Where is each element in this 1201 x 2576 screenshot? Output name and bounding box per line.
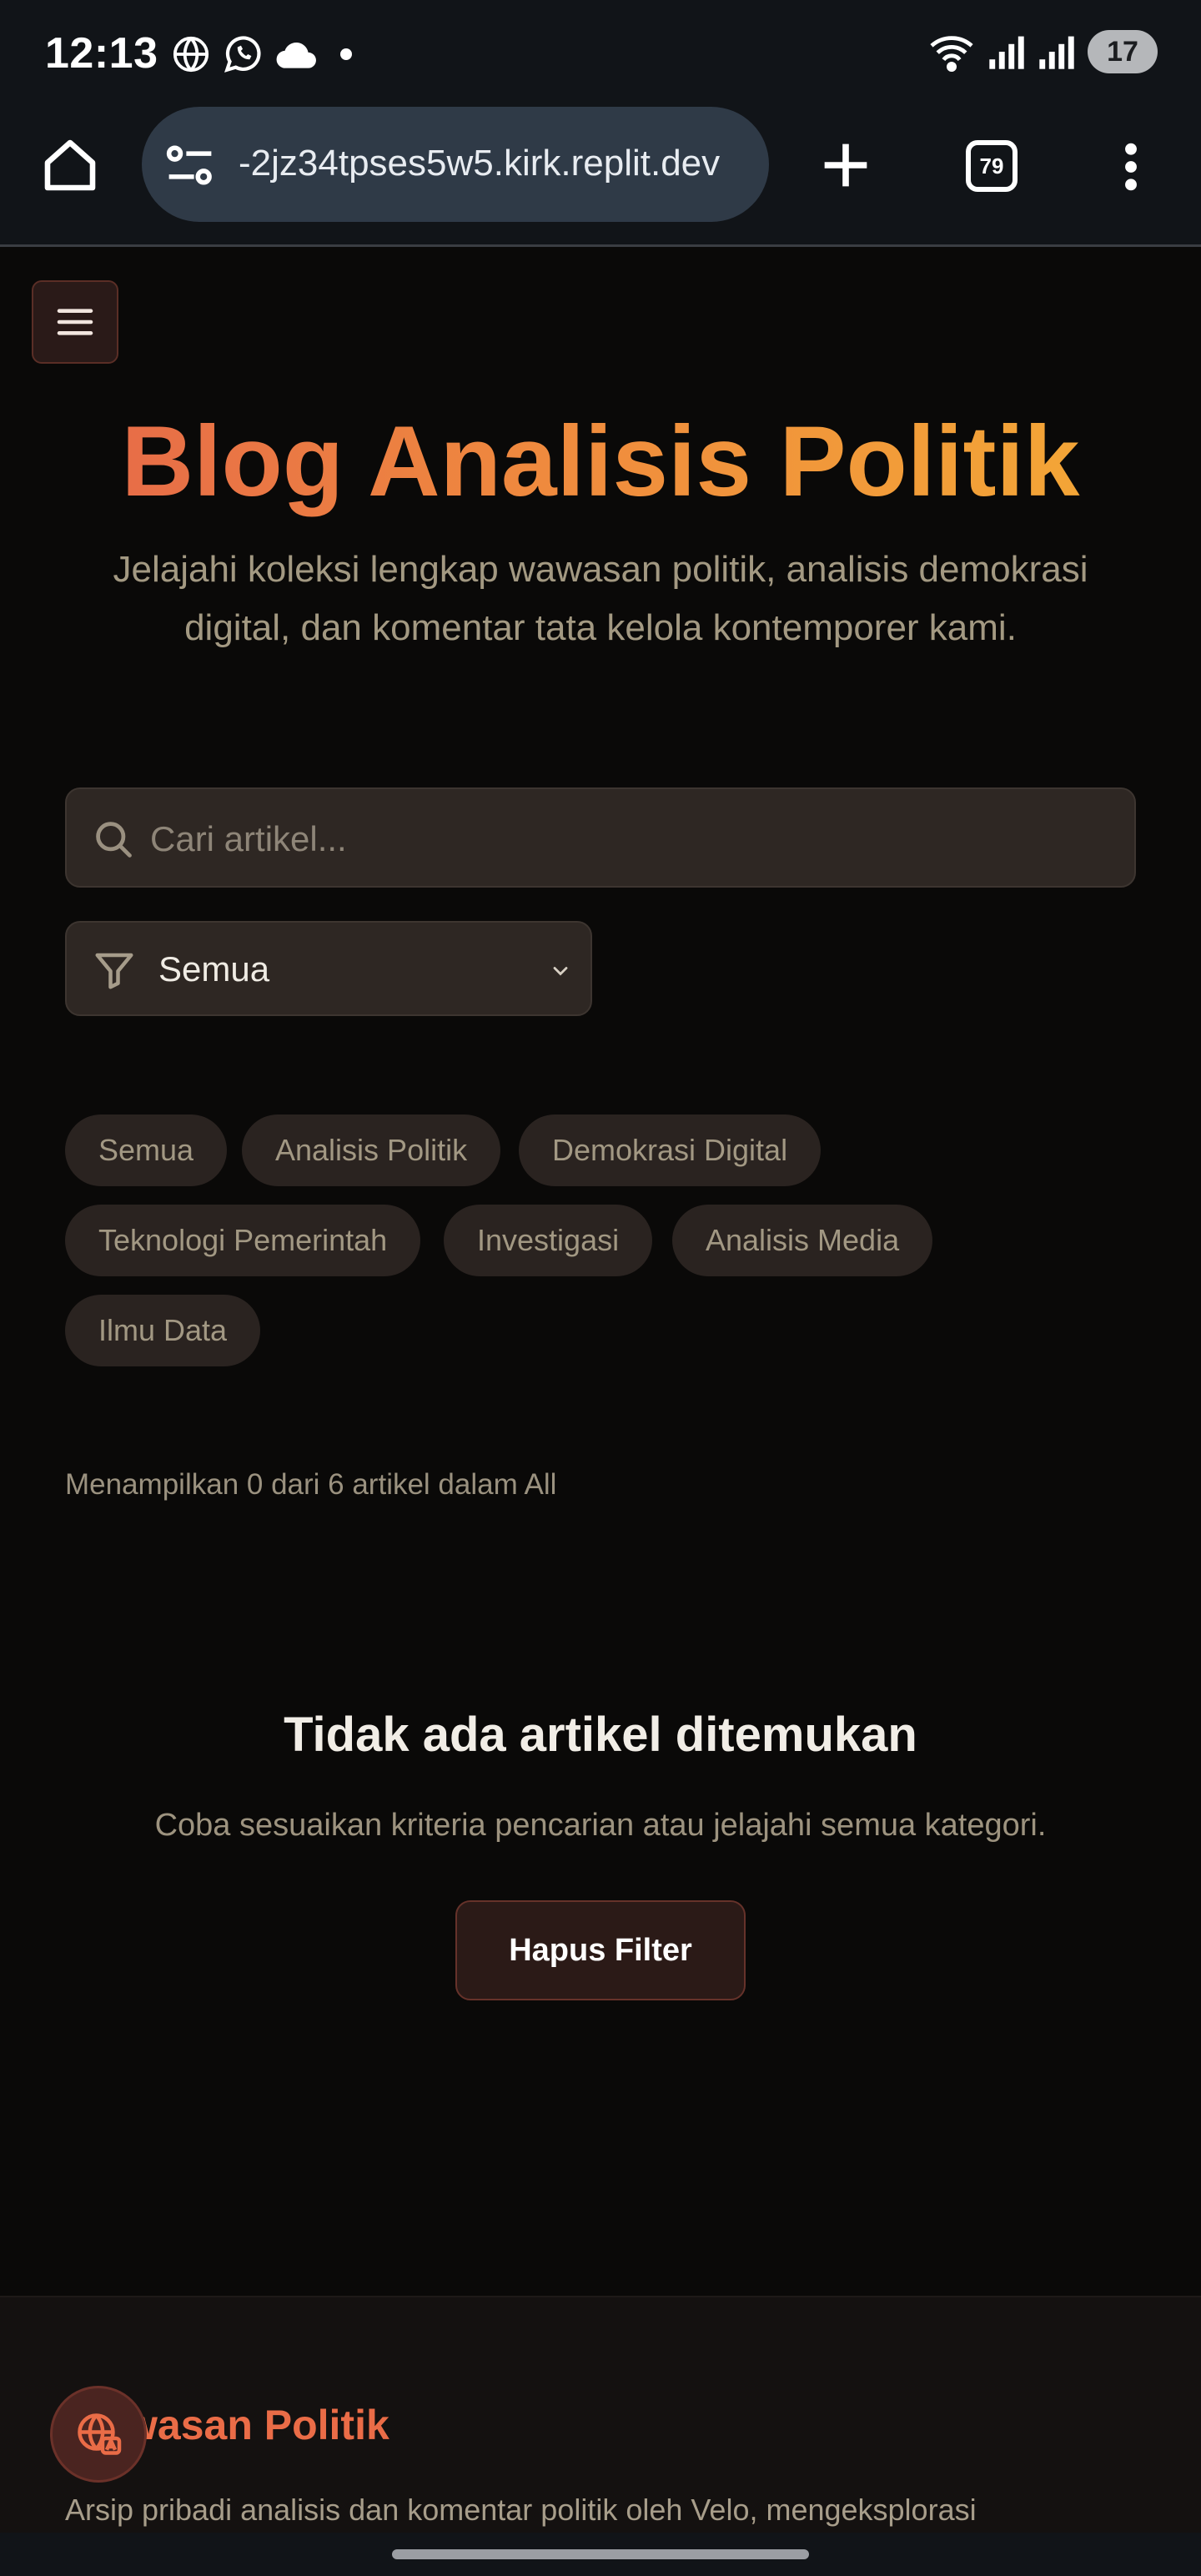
chip-demokrasi-digital[interactable]: Demokrasi Digital (519, 1114, 822, 1186)
footer-description: Arsip pribadi analisis dan komentar poli… (65, 2493, 977, 2527)
home-icon[interactable] (40, 135, 100, 195)
status-system-icons: 17 (927, 30, 1158, 73)
wifi-icon (930, 36, 973, 72)
language-toggle-button[interactable] (50, 2386, 147, 2483)
notification-dot-icon (340, 48, 352, 60)
chip-investigasi[interactable]: Investigasi (444, 1205, 653, 1276)
result-count: Menampilkan 0 dari 6 artikel dalam All (65, 1468, 557, 1501)
whatsapp-icon (224, 36, 261, 73)
status-notification-icons (172, 33, 352, 75)
signal-strength-icon (989, 36, 1024, 69)
chip-semua[interactable]: Semua (65, 1114, 228, 1186)
hamburger-icon (57, 309, 93, 335)
more-menu-icon[interactable] (1114, 140, 1148, 194)
empty-state-description: Coba sesuaikan kriteria pencarian atau j… (154, 1808, 1047, 1843)
chip-analisis-media[interactable]: Analisis Media (672, 1205, 933, 1276)
new-tab-icon[interactable] (814, 133, 877, 197)
search-box[interactable] (65, 787, 1136, 888)
home-gesture-bar[interactable] (392, 2549, 809, 2559)
filter-icon (95, 953, 133, 989)
chevron-down-icon (553, 967, 568, 976)
category-select[interactable]: Semua (65, 921, 592, 1016)
status-bar: 12:13 17 (0, 0, 1201, 107)
signal-strength-icon-2 (1039, 36, 1074, 69)
footer-brand: wasan Politik (125, 2402, 389, 2448)
chip-ilmu-data[interactable]: Ilmu Data (65, 1295, 261, 1366)
page-subtitle: Jelajahi koleksi lengkap wawasan politik… (113, 549, 1088, 648)
search-input[interactable] (150, 806, 1109, 873)
search-icon (96, 822, 132, 858)
empty-state-title: Tidak ada artikel ditemukan (284, 1708, 917, 1762)
category-select-value: Semua (158, 949, 270, 989)
battery-indicator: 17 (1088, 30, 1158, 73)
clear-filter-button[interactable]: Hapus Filter (455, 1900, 746, 2000)
globe-icon (173, 36, 209, 73)
translate-icon (78, 2413, 122, 2455)
browser-toolbar: -2jz34tpses5w5.kirk.replit.dev 79 (0, 107, 1201, 247)
cloud-icon (276, 43, 316, 68)
page-title: Blog Analisis Politik (0, 399, 1201, 524)
tab-switcher-button[interactable]: 79 (966, 140, 1018, 192)
site-settings-icon[interactable] (165, 142, 215, 189)
status-time: 12:13 (45, 29, 158, 78)
chip-analisis-politik[interactable]: Analisis Politik (242, 1114, 501, 1186)
hamburger-menu-button[interactable] (32, 280, 118, 364)
phone-screen: 12:13 17 -2jz34tpses5w5.kirk.replit.dev … (0, 0, 1201, 2576)
address-bar[interactable]: -2jz34tpses5w5.kirk.replit.dev (142, 107, 769, 222)
chip-teknologi-pemerintah[interactable]: Teknologi Pemerintah (65, 1205, 421, 1276)
url-text[interactable]: -2jz34tpses5w5.kirk.replit.dev (239, 138, 756, 189)
